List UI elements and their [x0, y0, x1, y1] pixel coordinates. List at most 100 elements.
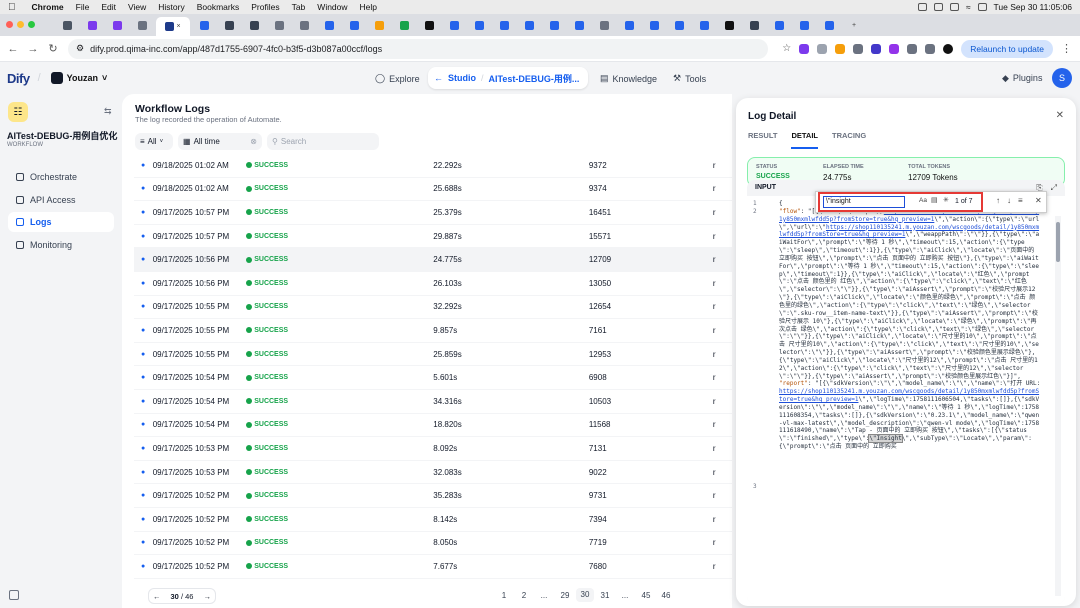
browser-tab[interactable]	[131, 17, 153, 33]
nav-plugins[interactable]: ◆ Plugins	[1002, 73, 1042, 84]
sidebar-item-logs[interactable]: Logs	[8, 212, 114, 232]
sidebar-item-api-access[interactable]: API Access	[8, 190, 114, 210]
nav-studio-label[interactable]: Studio	[448, 73, 476, 83]
extension-icon[interactable]	[799, 43, 810, 54]
tab-tracing[interactable]: TRACING	[832, 131, 866, 149]
table-row[interactable]: ● 09/17/2025 10:52 PM SUCCESS 8.050s 7719 r	[134, 532, 732, 556]
table-row[interactable]: ● 09/17/2025 10:53 PM SUCCESS 32.083s 9022 r	[134, 461, 732, 485]
close-icon[interactable]: ✕	[1056, 110, 1064, 121]
extension-icon[interactable]	[835, 43, 846, 54]
tab-detail[interactable]: DETAIL	[791, 131, 818, 149]
browser-tab[interactable]	[81, 17, 103, 33]
reload-icon[interactable]: ↻	[46, 42, 60, 55]
close-find-icon[interactable]: ✕	[1035, 196, 1042, 205]
browser-tab[interactable]	[568, 17, 590, 33]
table-row[interactable]: ● 09/17/2025 10:52 PM SUCCESS 8.142s 7394 r	[134, 508, 732, 532]
page-number-current[interactable]: 30	[576, 588, 594, 602]
table-row[interactable]: ● 09/17/2025 10:55 PM SUCCESS 9.857s 7161 r	[134, 319, 732, 343]
browser-tab[interactable]	[243, 17, 265, 33]
extension-icon[interactable]	[907, 43, 918, 54]
collapse-sidebar-icon[interactable]	[9, 590, 19, 600]
page-number[interactable]: 2	[517, 591, 531, 600]
forward-icon[interactable]: →	[26, 43, 40, 55]
page-number[interactable]: 46	[659, 591, 673, 600]
browser-tab[interactable]	[443, 17, 465, 33]
table-row[interactable]: ● 09/17/2025 10:55 PM SUCCESS 32.292s 12654 r	[134, 296, 732, 320]
browser-tab[interactable]	[106, 17, 128, 33]
menu-file[interactable]: File	[70, 2, 96, 12]
browser-tab[interactable]	[56, 17, 78, 33]
menu-tab[interactable]: Tab	[286, 2, 312, 12]
next-page-icon[interactable]: →	[203, 592, 211, 601]
table-row[interactable]: ● 09/17/2025 10:54 PM SUCCESS 34.316s 10503 r	[134, 390, 732, 414]
wifi-icon[interactable]: ≈	[966, 2, 971, 12]
table-row[interactable]: ● 09/17/2025 10:52 PM SUCCESS 7.677s 7680 r	[134, 555, 732, 579]
browser-tab[interactable]	[343, 17, 365, 33]
next-match-icon[interactable]: ↓	[1007, 196, 1011, 205]
table-row[interactable]: ● 09/17/2025 10:57 PM SUCCESS 25.379s 16451 r	[134, 201, 732, 225]
table-row[interactable]: ● 09/17/2025 10:54 PM SUCCESS 5.601s 6908 r	[134, 366, 732, 390]
nav-explore[interactable]: ◯ Explore	[375, 73, 420, 84]
workspace-selector[interactable]: Youzan ˅	[50, 72, 107, 84]
browser-tab[interactable]	[668, 17, 690, 33]
table-row[interactable]: ● 09/18/2025 01:02 AM SUCCESS 25.688s 9374 r	[134, 178, 732, 202]
browser-tab[interactable]	[543, 17, 565, 33]
browser-tab[interactable]	[518, 17, 540, 33]
browser-tab[interactable]	[268, 17, 290, 33]
site-info-icon[interactable]: ⚙	[76, 43, 84, 54]
clear-icon[interactable]: ⊗	[250, 137, 257, 146]
browser-tab[interactable]	[693, 17, 715, 33]
app-breadcrumb[interactable]: AITest-DEBUG-用例...	[489, 72, 580, 85]
menu-window[interactable]: Window	[311, 2, 353, 12]
zoom-window-icon[interactable]	[28, 21, 35, 28]
profile-icon[interactable]	[943, 43, 954, 54]
browser-tab-active[interactable]: ×	[156, 17, 190, 36]
sidebar-item-monitoring[interactable]: Monitoring	[8, 235, 114, 255]
relaunch-button[interactable]: Relaunch to update	[961, 39, 1053, 58]
status-icon[interactable]	[949, 3, 959, 11]
minimize-window-icon[interactable]	[17, 21, 24, 28]
current-page[interactable]: 30	[171, 592, 179, 601]
table-row[interactable]: ● 09/17/2025 10:57 PM SUCCESS 29.887s 15571 r	[134, 225, 732, 249]
extension-icon[interactable]	[889, 43, 900, 54]
browser-tab[interactable]	[393, 17, 415, 33]
bookmark-star-icon[interactable]: ☆	[782, 43, 791, 54]
table-row[interactable]: ● 09/17/2025 10:55 PM SUCCESS 25.859s 12953 r	[134, 343, 732, 367]
apple-icon[interactable]: 	[0, 2, 26, 13]
search-input[interactable]: ⚲ Search	[267, 133, 379, 150]
browser-tab[interactable]	[193, 17, 215, 33]
menu-view[interactable]: View	[122, 2, 152, 12]
expand-icon[interactable]: ⤢	[1051, 183, 1057, 193]
menu-chrome[interactable]: Chrome	[26, 2, 70, 12]
menu-bookmarks[interactable]: Bookmarks	[191, 2, 246, 12]
browser-tab[interactable]	[418, 17, 440, 33]
code-editor[interactable]: 1 2 3 { "flow": "[{\"url\":\"https://sho…	[747, 196, 1065, 604]
new-tab-icon[interactable]: +	[843, 17, 865, 33]
page-number[interactable]: 29	[558, 591, 572, 600]
sidebar-item-orchestrate[interactable]: Orchestrate	[8, 167, 114, 187]
browser-tab[interactable]	[818, 17, 840, 33]
find-in-selection-icon[interactable]: ≡	[1018, 196, 1023, 205]
browser-tab[interactable]	[368, 17, 390, 33]
table-row[interactable]: ● 09/17/2025 10:53 PM SUCCESS 8.092s 7131 r	[134, 437, 732, 461]
nav-knowledge[interactable]: ▤ Knowledge	[600, 73, 657, 84]
code-scrollbar[interactable]	[1055, 216, 1061, 596]
battery-icon[interactable]	[977, 3, 987, 11]
table-row[interactable]: ● 09/17/2025 10:54 PM SUCCESS 18.820s 11568 r	[134, 414, 732, 438]
status-filter[interactable]: ≡ All ˅	[135, 133, 173, 150]
table-row[interactable]: ● 09/17/2025 10:52 PM SUCCESS 35.283s 9731 r	[134, 484, 732, 508]
menu-profiles[interactable]: Profiles	[245, 2, 285, 12]
browser-tab[interactable]	[293, 17, 315, 33]
browser-tab[interactable]	[493, 17, 515, 33]
page-number[interactable]: 1	[497, 591, 511, 600]
page-number[interactable]: 45	[639, 591, 653, 600]
address-bar[interactable]: ⚙ dify.prod.qima-inc.com/app/487d1755-69…	[68, 38, 768, 59]
table-row[interactable]: ● 09/17/2025 10:56 PM SUCCESS 26.103s 13050 r	[134, 272, 732, 296]
clock[interactable]: Tue Sep 30 11:05:06	[994, 2, 1072, 12]
browser-tab[interactable]	[593, 17, 615, 33]
browser-tab[interactable]	[743, 17, 765, 33]
menu-help[interactable]: Help	[354, 2, 383, 12]
previous-match-icon[interactable]: ↑	[996, 196, 1000, 205]
user-avatar[interactable]: S	[1052, 68, 1072, 88]
browser-tab[interactable]	[718, 17, 740, 33]
